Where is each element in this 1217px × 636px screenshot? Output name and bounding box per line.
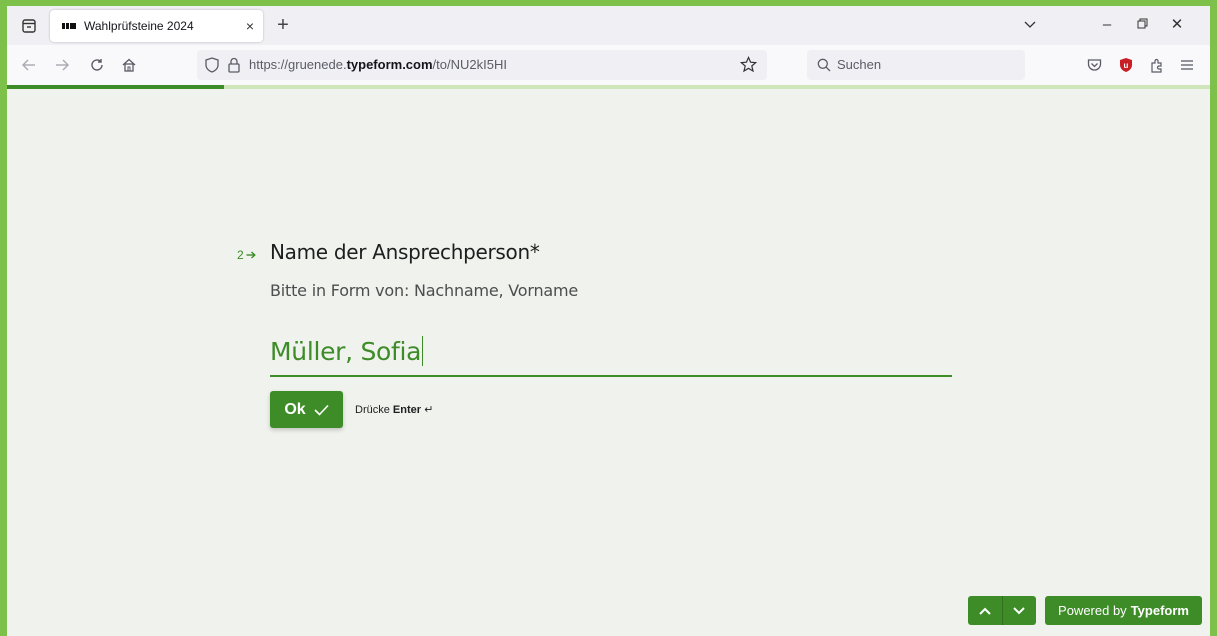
ublock-icon[interactable]: u <box>1116 55 1136 75</box>
minimize-button[interactable]: – <box>1095 14 1119 36</box>
form-progress-fill <box>7 85 224 89</box>
search-placeholder: Suchen <box>837 57 882 72</box>
restore-button[interactable] <box>1130 14 1154 36</box>
browser-tab[interactable]: Wahlprüfsteine 2024 × <box>50 10 263 42</box>
next-question-button[interactable] <box>1002 596 1036 625</box>
question-number: 2 <box>237 248 256 262</box>
form-progress-bar <box>7 85 1210 89</box>
text-caret <box>422 336 424 366</box>
question-navigation <box>968 596 1036 625</box>
forward-icon[interactable] <box>50 53 74 77</box>
window-frame-left <box>0 0 7 636</box>
question-description: Bitte in Form von: Nachname, Vorname <box>270 281 579 300</box>
url-text: https://gruenede.typeform.com/to/NU2kI5H… <box>249 57 507 72</box>
powered-by-typeform-link[interactable]: Powered by Typeform <box>1045 596 1202 625</box>
lock-icon[interactable] <box>227 57 241 78</box>
svg-text:u: u <box>1124 61 1129 70</box>
chevron-up-icon <box>979 607 991 615</box>
tab-title: Wahlprüfsteine 2024 <box>84 19 194 33</box>
answer-input[interactable]: Müller, Sofia <box>270 333 952 377</box>
ok-button-label: Ok <box>284 400 306 418</box>
bookmark-star-icon[interactable] <box>739 56 758 78</box>
window-frame-right <box>1210 0 1217 636</box>
extensions-icon[interactable] <box>1147 55 1167 75</box>
checkmark-icon <box>314 404 329 416</box>
search-icon <box>817 58 831 77</box>
menu-icon[interactable] <box>1177 55 1197 75</box>
tab-close-icon[interactable]: × <box>237 18 263 34</box>
chevron-down-icon <box>1013 606 1025 614</box>
new-tab-button[interactable]: + <box>271 14 295 38</box>
list-all-tabs-icon[interactable] <box>1018 14 1042 36</box>
question-title: Name der Ansprechperson* <box>270 240 540 264</box>
reload-icon[interactable] <box>85 53 109 77</box>
home-icon[interactable] <box>117 53 141 77</box>
firefox-view-icon[interactable] <box>16 13 42 39</box>
search-bar[interactable]: Suchen <box>807 50 1025 80</box>
pocket-icon[interactable] <box>1084 55 1104 75</box>
arrow-right-icon <box>246 251 256 259</box>
enter-key-icon: ↵ <box>424 404 434 416</box>
ok-button[interactable]: Ok <box>270 391 343 428</box>
answer-value: Müller, Sofia <box>270 337 422 366</box>
tracking-protection-shield-icon[interactable] <box>205 57 219 78</box>
tab-strip: Wahlprüfsteine 2024 × + – ✕ <box>7 6 1210 45</box>
address-bar[interactable]: https://gruenede.typeform.com/to/NU2kI5H… <box>197 50 767 80</box>
previous-question-button[interactable] <box>968 596 1002 625</box>
back-icon[interactable] <box>17 53 41 77</box>
site-favicon-icon <box>62 20 76 32</box>
navigation-toolbar: https://gruenede.typeform.com/to/NU2kI5H… <box>7 45 1210 85</box>
close-window-button[interactable]: ✕ <box>1165 14 1189 36</box>
enter-hint: Drücke Enter ↵ <box>355 404 434 416</box>
